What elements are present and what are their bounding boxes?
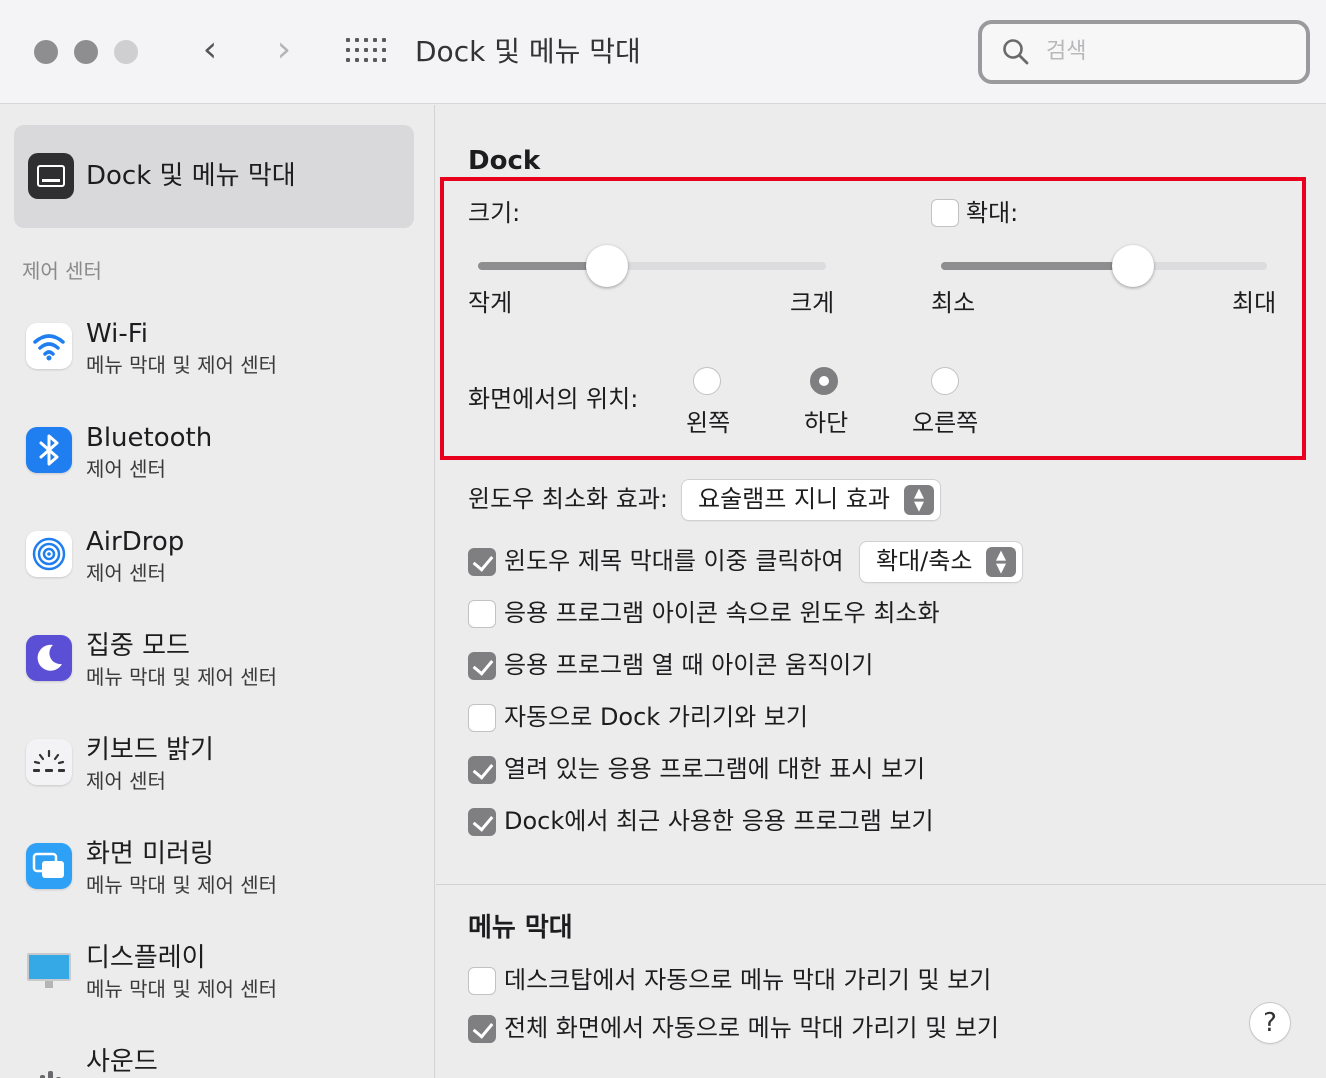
position-left-label: 왼쪽 <box>686 409 731 437</box>
title-bar: ‹ › Dock 및 메뉴 막대 검색 <box>0 0 1326 104</box>
popup-chevron-icon: ▲ ▼ <box>986 547 1016 577</box>
sidebar-item-subtitle: 제어 센터 <box>86 561 166 585</box>
sidebar-item-title: 화면 미러링 <box>86 839 214 869</box>
minimize-into-icon-checkbox[interactable] <box>468 600 496 628</box>
minimize-effect-popup[interactable]: 요술램프 지니 효과 ▲ ▼ <box>682 480 940 520</box>
show-recent-apps-checkbox[interactable] <box>468 808 496 836</box>
magnify-checkbox[interactable] <box>931 199 959 227</box>
menubar-autohide-fullscreen-label: 전체 화면에서 자동으로 메뉴 막대 가리기 및 보기 <box>504 1014 1000 1042</box>
sidebar-item-subtitle: 메뉴 막대 및 제어 센터 <box>86 873 278 897</box>
menubar-autohide-fullscreen-checkbox[interactable] <box>468 1015 496 1043</box>
dock-menubar-icon <box>28 153 74 199</box>
window-title: Dock 및 메뉴 막대 <box>415 35 641 68</box>
position-radio-bottom[interactable] <box>810 367 838 395</box>
double-click-label: 윈도우 제목 막대를 이중 클릭하여 <box>504 547 844 575</box>
magnify-label: 확대: <box>966 199 1019 227</box>
sidebar-item-subtitle: 제어 센터 <box>86 457 166 481</box>
sidebar-item-label: Dock 및 메뉴 막대 <box>86 161 296 191</box>
display-icon <box>26 947 72 993</box>
sidebar-item-airdrop[interactable]: AirDrop 제어 센터 <box>0 519 435 609</box>
sidebar-item-subtitle: 제어 센터 <box>86 769 166 793</box>
minimize-effect-label: 윈도우 최소화 효과: <box>468 485 668 513</box>
keyboard-brightness-icon <box>26 739 72 785</box>
size-min-label: 작게 <box>468 289 513 317</box>
position-label: 화면에서의 위치: <box>468 385 639 413</box>
position-bottom-label: 하단 <box>804 409 849 437</box>
sidebar-item-title: Wi-Fi <box>86 319 149 349</box>
sidebar-item-sound[interactable]: 사운드 <box>0 1039 435 1078</box>
sidebar-item-display[interactable]: 디스플레이 메뉴 막대 및 제어 센터 <box>0 935 435 1025</box>
animate-opening-checkbox[interactable] <box>468 652 496 680</box>
position-right-label: 오른쪽 <box>912 409 979 437</box>
sidebar-item-keyboard-brightness[interactable]: 키보드 밝기 제어 센터 <box>0 727 435 817</box>
magnify-max-label: 최대 <box>1232 289 1277 317</box>
size-slider[interactable] <box>478 262 826 270</box>
minimize-effect-value: 요술램프 지니 효과 <box>698 485 890 513</box>
search-placeholder: 검색 <box>1046 39 1087 64</box>
main-pane: Dock 크기: 작게 크게 확대: 최소 최대 화면에서의 위치: 왼쪽 하단… <box>436 105 1326 1078</box>
sidebar-item-subtitle: 메뉴 막대 및 제어 센터 <box>86 665 278 689</box>
show-indicators-label: 열려 있는 응용 프로그램에 대한 표시 보기 <box>504 755 926 783</box>
size-slider-knob[interactable] <box>585 245 628 287</box>
menubar-section-heading: 메뉴 막대 <box>468 913 573 943</box>
menubar-autohide-desktop-checkbox[interactable] <box>468 967 496 995</box>
sidebar-item-focus[interactable]: 집중 모드 메뉴 막대 및 제어 센터 <box>0 623 435 713</box>
sound-icon <box>26 1051 72 1078</box>
menubar-autohide-desktop-label: 데스크탑에서 자동으로 메뉴 막대 가리기 및 보기 <box>504 966 992 994</box>
show-recent-apps-label: Dock에서 최근 사용한 응용 프로그램 보기 <box>504 807 934 835</box>
airdrop-icon <box>26 531 72 577</box>
size-label: 크기: <box>468 199 521 227</box>
moon-icon <box>26 635 72 681</box>
close-window-button[interactable] <box>34 40 58 64</box>
sidebar-item-screen-mirroring[interactable]: 화면 미러링 메뉴 막대 및 제어 센터 <box>0 831 435 921</box>
magnify-slider-fill <box>941 262 1134 270</box>
highlight-box <box>440 177 1306 460</box>
double-click-value: 확대/축소 <box>876 547 973 575</box>
section-divider <box>436 884 1326 885</box>
search-icon <box>1003 39 1029 65</box>
sidebar-item-subtitle: 메뉴 막대 및 제어 센터 <box>86 353 278 377</box>
position-radio-right[interactable] <box>931 367 959 395</box>
bluetooth-icon <box>26 427 72 473</box>
screen-mirroring-icon <box>26 843 72 889</box>
position-radio-left[interactable] <box>693 367 721 395</box>
autohide-dock-checkbox[interactable] <box>468 704 496 732</box>
sidebar-item-bluetooth[interactable]: Bluetooth 제어 센터 <box>0 415 435 505</box>
animate-opening-label: 응용 프로그램 열 때 아이콘 움직이기 <box>504 651 874 679</box>
search-field[interactable]: 검색 <box>978 20 1310 84</box>
back-button[interactable]: ‹ <box>190 30 230 74</box>
sidebar-item-title: 키보드 밝기 <box>86 735 214 765</box>
sidebar-item-title: Bluetooth <box>86 423 213 453</box>
dock-section-heading: Dock <box>468 146 541 176</box>
help-button[interactable]: ? <box>1250 1003 1290 1043</box>
sidebar-item-wifi[interactable]: Wi-Fi 메뉴 막대 및 제어 센터 <box>0 311 435 401</box>
sidebar: Dock 및 메뉴 막대 제어 센터 Wi-Fi 메뉴 막대 및 제어 센터 B… <box>0 105 435 1078</box>
show-indicators-checkbox[interactable] <box>468 756 496 784</box>
magnify-slider[interactable] <box>941 262 1267 270</box>
show-all-grid-icon[interactable] <box>346 38 386 66</box>
sidebar-item-subtitle: 메뉴 막대 및 제어 센터 <box>86 977 278 1001</box>
minimize-window-button[interactable] <box>74 40 98 64</box>
sidebar-item-title: 디스플레이 <box>86 943 206 973</box>
sidebar-item-title: AirDrop <box>86 527 185 557</box>
magnify-min-label: 최소 <box>931 289 976 317</box>
sidebar-item-title: 집중 모드 <box>86 631 190 661</box>
double-click-checkbox[interactable] <box>468 548 496 576</box>
wifi-icon <box>26 323 72 369</box>
sidebar-item-dock-menubar[interactable]: Dock 및 메뉴 막대 <box>14 125 414 228</box>
double-click-popup[interactable]: 확대/축소 ▲ ▼ <box>860 542 1022 582</box>
sidebar-section-header: 제어 센터 <box>22 259 102 283</box>
size-max-label: 크게 <box>790 289 835 317</box>
minimize-into-icon-label: 응용 프로그램 아이콘 속으로 윈도우 최소화 <box>504 599 940 627</box>
forward-button[interactable]: › <box>264 30 304 74</box>
autohide-dock-label: 자동으로 Dock 가리기와 보기 <box>504 703 808 731</box>
popup-chevron-icon: ▲ ▼ <box>904 485 934 515</box>
zoom-window-button[interactable] <box>114 40 138 64</box>
sidebar-item-title: 사운드 <box>86 1047 158 1077</box>
